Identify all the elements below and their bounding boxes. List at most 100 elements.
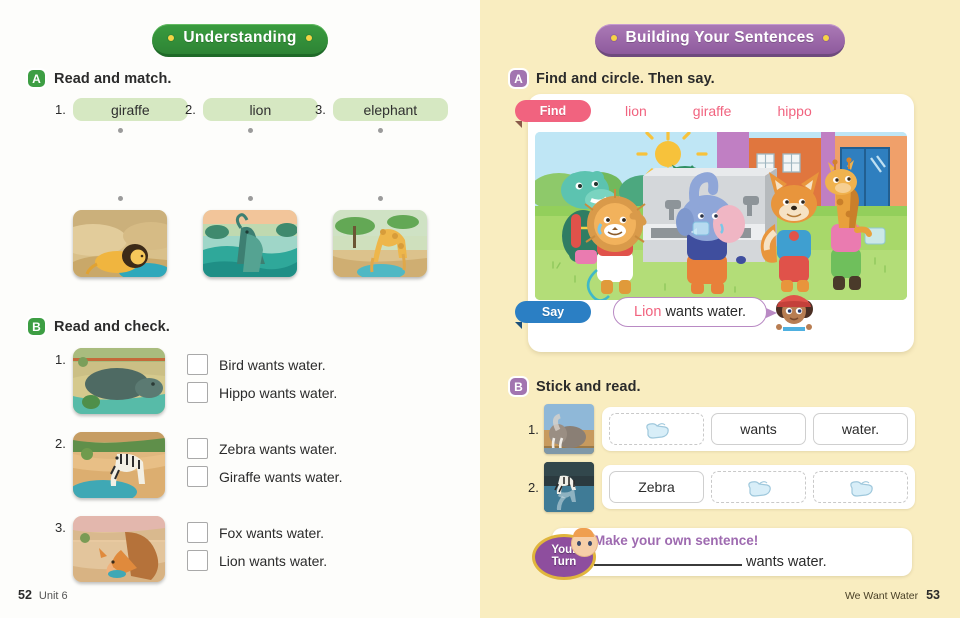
stick-row-2: 2. Zebra: [528, 462, 915, 512]
check-number-2: 2.: [55, 436, 66, 451]
building-sentences-banner: Building Your Sentences: [594, 24, 846, 57]
checkbox-zebra[interactable]: [187, 438, 208, 459]
check-option-bird[interactable]: Bird wants water.: [187, 354, 337, 375]
picture-elephant[interactable]: [203, 210, 297, 277]
word-slot-water[interactable]: water.: [813, 413, 908, 445]
left-page-number: 52: [18, 588, 32, 602]
check-option-lion[interactable]: Lion wants water.: [187, 550, 327, 571]
checkbox-fox[interactable]: [187, 522, 208, 543]
check-number-3: 3.: [55, 520, 66, 535]
match-picture-1[interactable]: [55, 210, 185, 277]
pointing-hand-icon: [644, 419, 670, 439]
checkbox-lion[interactable]: [187, 550, 208, 571]
section-a-heading: A Read and match.: [28, 70, 172, 87]
section-a-title: Read and match.: [54, 70, 172, 87]
girl-avatar: [771, 287, 817, 336]
match-dot-top-2[interactable]: [247, 128, 253, 133]
section-a-letter-badge: A: [28, 70, 45, 87]
check-item-1: 1. Bird wants water. Hippo wants water.: [55, 348, 342, 414]
match-dot-bottom-1[interactable]: [117, 196, 123, 201]
schoolyard-scene-illustration[interactable]: [535, 132, 907, 300]
check-item-2: 2. Zebra wants water. Giraffe wants wate…: [55, 432, 342, 498]
your-turn-title: Make your own sentence!: [594, 533, 759, 548]
checkbox-bird[interactable]: [187, 354, 208, 375]
say-speech-bubble[interactable]: Lion wants water.: [613, 296, 778, 327]
match-picture-row: [55, 210, 445, 277]
check-option-giraffe-label: Giraffe wants water.: [219, 468, 343, 485]
picture-giraffe[interactable]: [333, 210, 427, 277]
building-banner-wrap: Building Your Sentences: [480, 24, 960, 57]
checkbox-giraffe[interactable]: [187, 466, 208, 487]
match-dot-top-3[interactable]: [377, 128, 383, 133]
match-word-lion[interactable]: lion: [202, 98, 318, 121]
right-section-a-title: Find and circle. Then say.: [536, 70, 715, 87]
find-and-circle-card: Find lion giraffe hippo Say Lion wants w…: [515, 94, 914, 352]
check-option-fox[interactable]: Fox wants water.: [187, 522, 327, 543]
photo-elephant-spray: [544, 404, 594, 454]
match-dot-top-1[interactable]: [117, 128, 123, 133]
match-item-2[interactable]: 2. lion: [185, 98, 318, 121]
match-bottom-dots: [55, 196, 445, 201]
picture-lion[interactable]: [73, 210, 167, 277]
sticker-slot-2-3[interactable]: [813, 471, 908, 503]
check-option-hippo[interactable]: Hippo wants water.: [187, 382, 337, 403]
check-option-bird-label: Bird wants water.: [219, 356, 326, 373]
say-highlight-word: Lion: [634, 303, 662, 320]
check-options-3: Fox wants water. Lion wants water.: [187, 516, 327, 571]
match-dot-bottom-2[interactable]: [247, 196, 253, 201]
check-option-lion-label: Lion wants water.: [219, 552, 328, 569]
right-section-b-letter-badge: B: [510, 378, 527, 395]
understanding-banner-wrap: Understanding: [0, 24, 480, 57]
word-slot-wants[interactable]: wants: [711, 413, 806, 445]
find-tag: Find: [515, 100, 591, 128]
check-item-3: 3. Fox wants water. Lion wants water.: [55, 516, 342, 582]
photo-hippo: [73, 348, 165, 414]
right-section-b-heading: B Stick and read.: [510, 378, 641, 395]
your-turn-panel: Your Turn Make your own sentence! wants …: [532, 528, 912, 580]
word-slot-zebra[interactable]: Zebra: [609, 471, 704, 503]
check-options-2: Zebra wants water. Giraffe wants water.: [187, 432, 342, 487]
match-item-3[interactable]: 3. elephant: [315, 98, 448, 121]
stick-slots-2: Zebra: [602, 465, 915, 509]
find-word-giraffe[interactable]: giraffe: [693, 103, 732, 119]
stick-number-1: 1.: [528, 421, 539, 437]
match-word-elephant[interactable]: elephant: [332, 98, 448, 121]
match-number-2: 2.: [185, 102, 196, 117]
find-word-list: lion giraffe hippo: [625, 103, 812, 119]
sticker-slot-2-2[interactable]: [711, 471, 806, 503]
match-top-dots: [55, 128, 445, 133]
workbook-spread: Understanding A Read and match. 1. giraf…: [0, 0, 960, 618]
check-option-zebra-label: Zebra wants water.: [219, 440, 338, 457]
match-picture-3[interactable]: [315, 210, 445, 277]
match-dot-bottom-3[interactable]: [377, 196, 383, 201]
find-word-hippo[interactable]: hippo: [777, 103, 811, 119]
stick-slots-1: wants water.: [602, 407, 915, 451]
checkbox-hippo[interactable]: [187, 382, 208, 403]
check-option-zebra[interactable]: Zebra wants water.: [187, 438, 342, 459]
match-item-1[interactable]: 1. giraffe: [55, 98, 188, 121]
read-and-check-list: 1. Bird wants water. Hippo wants water. …: [55, 348, 342, 600]
your-turn-line2: Turn: [551, 556, 577, 568]
boy-hair-icon: [573, 528, 594, 537]
left-footer-unit: Unit 6: [38, 590, 68, 602]
building-banner-label: Building Your Sentences: [625, 29, 815, 46]
match-picture-2[interactable]: [185, 210, 315, 277]
section-b-letter-badge: B: [28, 318, 45, 335]
right-page-number: 53: [926, 588, 940, 602]
right-page: Building Your Sentences A Find and circl…: [480, 0, 960, 618]
match-number-3: 3.: [315, 102, 326, 117]
check-number-1: 1.: [55, 352, 66, 367]
banner-dot-right-icon: [823, 35, 830, 41]
right-footer-title: We Want Water: [844, 590, 919, 602]
find-word-lion[interactable]: lion: [625, 103, 647, 119]
check-option-giraffe[interactable]: Giraffe wants water.: [187, 466, 342, 487]
your-turn-tail-text: wants water.: [746, 554, 827, 570]
your-turn-blank-input[interactable]: [594, 551, 742, 566]
stick-number-2: 2.: [528, 479, 539, 495]
sticker-slot-1-1[interactable]: [609, 413, 704, 445]
say-rest-text: wants water.: [665, 303, 747, 320]
match-word-giraffe[interactable]: giraffe: [72, 98, 188, 121]
right-section-a-letter-badge: A: [510, 70, 527, 87]
understanding-banner-label: Understanding: [183, 29, 297, 46]
banner-dot-left-icon: [168, 35, 175, 41]
